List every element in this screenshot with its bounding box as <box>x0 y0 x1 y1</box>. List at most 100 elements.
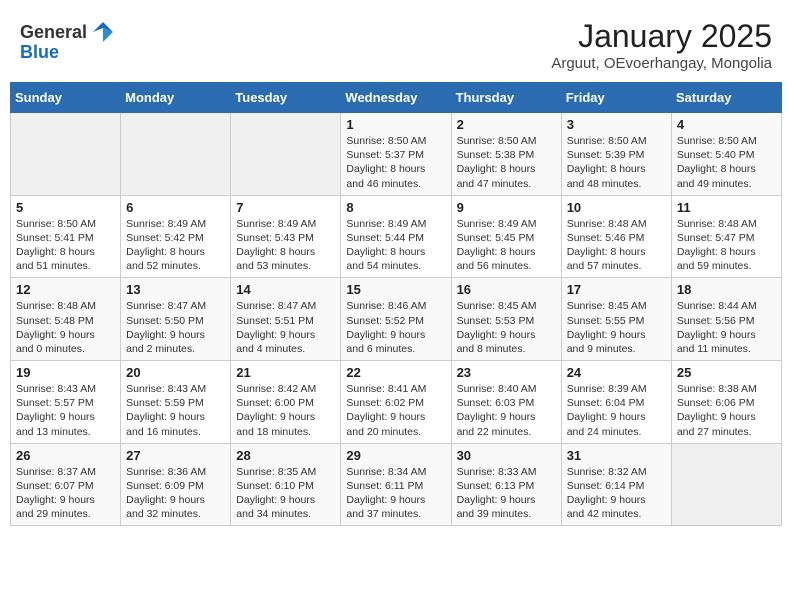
day-number: 24 <box>567 365 666 380</box>
day-info: Sunrise: 8:38 AM Sunset: 6:06 PM Dayligh… <box>677 382 776 439</box>
day-info: Sunrise: 8:49 AM Sunset: 5:44 PM Dayligh… <box>346 217 445 274</box>
calendar-table: SundayMondayTuesdayWednesdayThursdayFrid… <box>10 82 782 526</box>
day-number: 9 <box>457 200 556 215</box>
calendar-cell: 5Sunrise: 8:50 AM Sunset: 5:41 PM Daylig… <box>11 195 121 278</box>
day-number: 26 <box>16 448 115 463</box>
calendar-cell: 30 Sunrise: 8:33 AM Sunset: 6:13 PM Dayli… <box>451 443 561 526</box>
calendar-cell: 9Sunrise: 8:49 AM Sunset: 5:45 PM Daylig… <box>451 195 561 278</box>
calendar-cell: 25 Sunrise: 8:38 AM Sunset: 6:06 PM Dayli… <box>671 361 781 444</box>
day-info: Sunrise: 8:49 AM Sunset: 5:43 PM Dayligh… <box>236 217 335 274</box>
day-info: Sunrise: 8:50 AM Sunset: 5:37 PM Dayligh… <box>346 134 445 191</box>
day-info: Sunrise: 8:45 AM Sunset: 5:53 PM Dayligh… <box>457 299 556 356</box>
calendar-cell: 8 Sunrise: 8:49 AM Sunset: 5:44 PM Daylig… <box>341 195 451 278</box>
weekday-header-wednesday: Wednesday <box>341 83 451 113</box>
day-number: 18 <box>677 282 776 297</box>
day-info: Sunrise: 8:49 AM Sunset: 5:42 PM Dayligh… <box>126 217 225 274</box>
week-row-1: 1 Sunrise: 8:50 AM Sunset: 5:37 PM Daylig… <box>11 113 782 196</box>
day-info: Sunrise: 8:48 AM Sunset: 5:47 PM Dayligh… <box>677 217 776 274</box>
day-number: 22 <box>346 365 445 380</box>
day-number: 4 <box>677 117 776 132</box>
weekday-header-row: SundayMondayTuesdayWednesdayThursdayFrid… <box>11 83 782 113</box>
logo-blue: Blue <box>20 42 59 63</box>
day-info: Sunrise: 8:37 AM Sunset: 6:07 PM Dayligh… <box>16 465 115 522</box>
calendar-cell <box>231 113 341 196</box>
day-info: Sunrise: 8:50 AM Sunset: 5:40 PM Dayligh… <box>677 134 776 191</box>
day-info: Sunrise: 8:33 AM Sunset: 6:13 PM Dayligh… <box>457 465 556 522</box>
day-number: 2 <box>457 117 556 132</box>
calendar-cell: 24 Sunrise: 8:39 AM Sunset: 6:04 PM Dayli… <box>561 361 671 444</box>
day-number: 19 <box>16 365 115 380</box>
weekday-header-monday: Monday <box>121 83 231 113</box>
day-number: 3 <box>567 117 666 132</box>
day-number: 8 <box>346 200 445 215</box>
day-info: Sunrise: 8:48 AM Sunset: 5:48 PM Dayligh… <box>16 299 115 356</box>
day-number: 20 <box>126 365 225 380</box>
calendar-cell <box>121 113 231 196</box>
day-info: Sunrise: 8:50 AM Sunset: 5:39 PM Dayligh… <box>567 134 666 191</box>
calendar-cell: 23Sunrise: 8:40 AM Sunset: 6:03 PM Dayli… <box>451 361 561 444</box>
calendar-cell: 10 Sunrise: 8:48 AM Sunset: 5:46 PM Dayli… <box>561 195 671 278</box>
calendar-cell: 26 Sunrise: 8:37 AM Sunset: 6:07 PM Dayli… <box>11 443 121 526</box>
day-info: Sunrise: 8:39 AM Sunset: 6:04 PM Dayligh… <box>567 382 666 439</box>
week-row-2: 5Sunrise: 8:50 AM Sunset: 5:41 PM Daylig… <box>11 195 782 278</box>
day-info: Sunrise: 8:42 AM Sunset: 6:00 PM Dayligh… <box>236 382 335 439</box>
weekday-header-thursday: Thursday <box>451 83 561 113</box>
weekday-header-tuesday: Tuesday <box>231 83 341 113</box>
calendar-cell: 11 Sunrise: 8:48 AM Sunset: 5:47 PM Dayli… <box>671 195 781 278</box>
calendar-cell: 14 Sunrise: 8:47 AM Sunset: 5:51 PM Dayli… <box>231 278 341 361</box>
logo-icon <box>89 18 117 46</box>
calendar-cell: 28Sunrise: 8:35 AM Sunset: 6:10 PM Dayli… <box>231 443 341 526</box>
day-info: Sunrise: 8:45 AM Sunset: 5:55 PM Dayligh… <box>567 299 666 356</box>
day-info: Sunrise: 8:43 AM Sunset: 5:57 PM Dayligh… <box>16 382 115 439</box>
day-number: 28 <box>236 448 335 463</box>
day-number: 14 <box>236 282 335 297</box>
day-number: 10 <box>567 200 666 215</box>
calendar-cell: 15Sunrise: 8:46 AM Sunset: 5:52 PM Dayli… <box>341 278 451 361</box>
day-number: 11 <box>677 200 776 215</box>
calendar-cell: 29Sunrise: 8:34 AM Sunset: 6:11 PM Dayli… <box>341 443 451 526</box>
day-number: 13 <box>126 282 225 297</box>
calendar-cell <box>11 113 121 196</box>
day-info: Sunrise: 8:46 AM Sunset: 5:52 PM Dayligh… <box>346 299 445 356</box>
calendar-cell: 31 Sunrise: 8:32 AM Sunset: 6:14 PM Dayli… <box>561 443 671 526</box>
day-number: 31 <box>567 448 666 463</box>
day-info: Sunrise: 8:36 AM Sunset: 6:09 PM Dayligh… <box>126 465 225 522</box>
calendar-cell: 1 Sunrise: 8:50 AM Sunset: 5:37 PM Daylig… <box>341 113 451 196</box>
calendar-cell: 6 Sunrise: 8:49 AM Sunset: 5:42 PM Daylig… <box>121 195 231 278</box>
calendar-cell: 16 Sunrise: 8:45 AM Sunset: 5:53 PM Dayli… <box>451 278 561 361</box>
calendar-cell: 17 Sunrise: 8:45 AM Sunset: 5:55 PM Dayli… <box>561 278 671 361</box>
calendar-cell: 19 Sunrise: 8:43 AM Sunset: 5:57 PM Dayli… <box>11 361 121 444</box>
day-number: 27 <box>126 448 225 463</box>
calendar-cell: 7 Sunrise: 8:49 AM Sunset: 5:43 PM Daylig… <box>231 195 341 278</box>
weekday-header-friday: Friday <box>561 83 671 113</box>
day-number: 25 <box>677 365 776 380</box>
day-number: 7 <box>236 200 335 215</box>
calendar-cell <box>671 443 781 526</box>
day-info: Sunrise: 8:48 AM Sunset: 5:46 PM Dayligh… <box>567 217 666 274</box>
day-number: 16 <box>457 282 556 297</box>
day-info: Sunrise: 8:41 AM Sunset: 6:02 PM Dayligh… <box>346 382 445 439</box>
calendar-cell: 27 Sunrise: 8:36 AM Sunset: 6:09 PM Dayli… <box>121 443 231 526</box>
day-info: Sunrise: 8:50 AM Sunset: 5:38 PM Dayligh… <box>457 134 556 191</box>
calendar-cell: 18Sunrise: 8:44 AM Sunset: 5:56 PM Dayli… <box>671 278 781 361</box>
week-row-4: 19 Sunrise: 8:43 AM Sunset: 5:57 PM Dayli… <box>11 361 782 444</box>
day-info: Sunrise: 8:32 AM Sunset: 6:14 PM Dayligh… <box>567 465 666 522</box>
weekday-header-saturday: Saturday <box>671 83 781 113</box>
day-info: Sunrise: 8:34 AM Sunset: 6:11 PM Dayligh… <box>346 465 445 522</box>
day-number: 6 <box>126 200 225 215</box>
day-number: 23 <box>457 365 556 380</box>
day-number: 17 <box>567 282 666 297</box>
day-number: 30 <box>457 448 556 463</box>
calendar-cell: 3 Sunrise: 8:50 AM Sunset: 5:39 PM Daylig… <box>561 113 671 196</box>
logo: General Blue <box>20 18 117 63</box>
page-header: General Blue January 2025 Arguut, OEvoer… <box>10 10 782 78</box>
calendar-cell: 20Sunrise: 8:43 AM Sunset: 5:59 PM Dayli… <box>121 361 231 444</box>
calendar-cell: 12Sunrise: 8:48 AM Sunset: 5:48 PM Dayli… <box>11 278 121 361</box>
day-number: 21 <box>236 365 335 380</box>
week-row-3: 12Sunrise: 8:48 AM Sunset: 5:48 PM Dayli… <box>11 278 782 361</box>
calendar-cell: 21 Sunrise: 8:42 AM Sunset: 6:00 PM Dayli… <box>231 361 341 444</box>
day-number: 1 <box>346 117 445 132</box>
week-row-5: 26 Sunrise: 8:37 AM Sunset: 6:07 PM Dayli… <box>11 443 782 526</box>
calendar-cell: 13Sunrise: 8:47 AM Sunset: 5:50 PM Dayli… <box>121 278 231 361</box>
day-info: Sunrise: 8:47 AM Sunset: 5:51 PM Dayligh… <box>236 299 335 356</box>
